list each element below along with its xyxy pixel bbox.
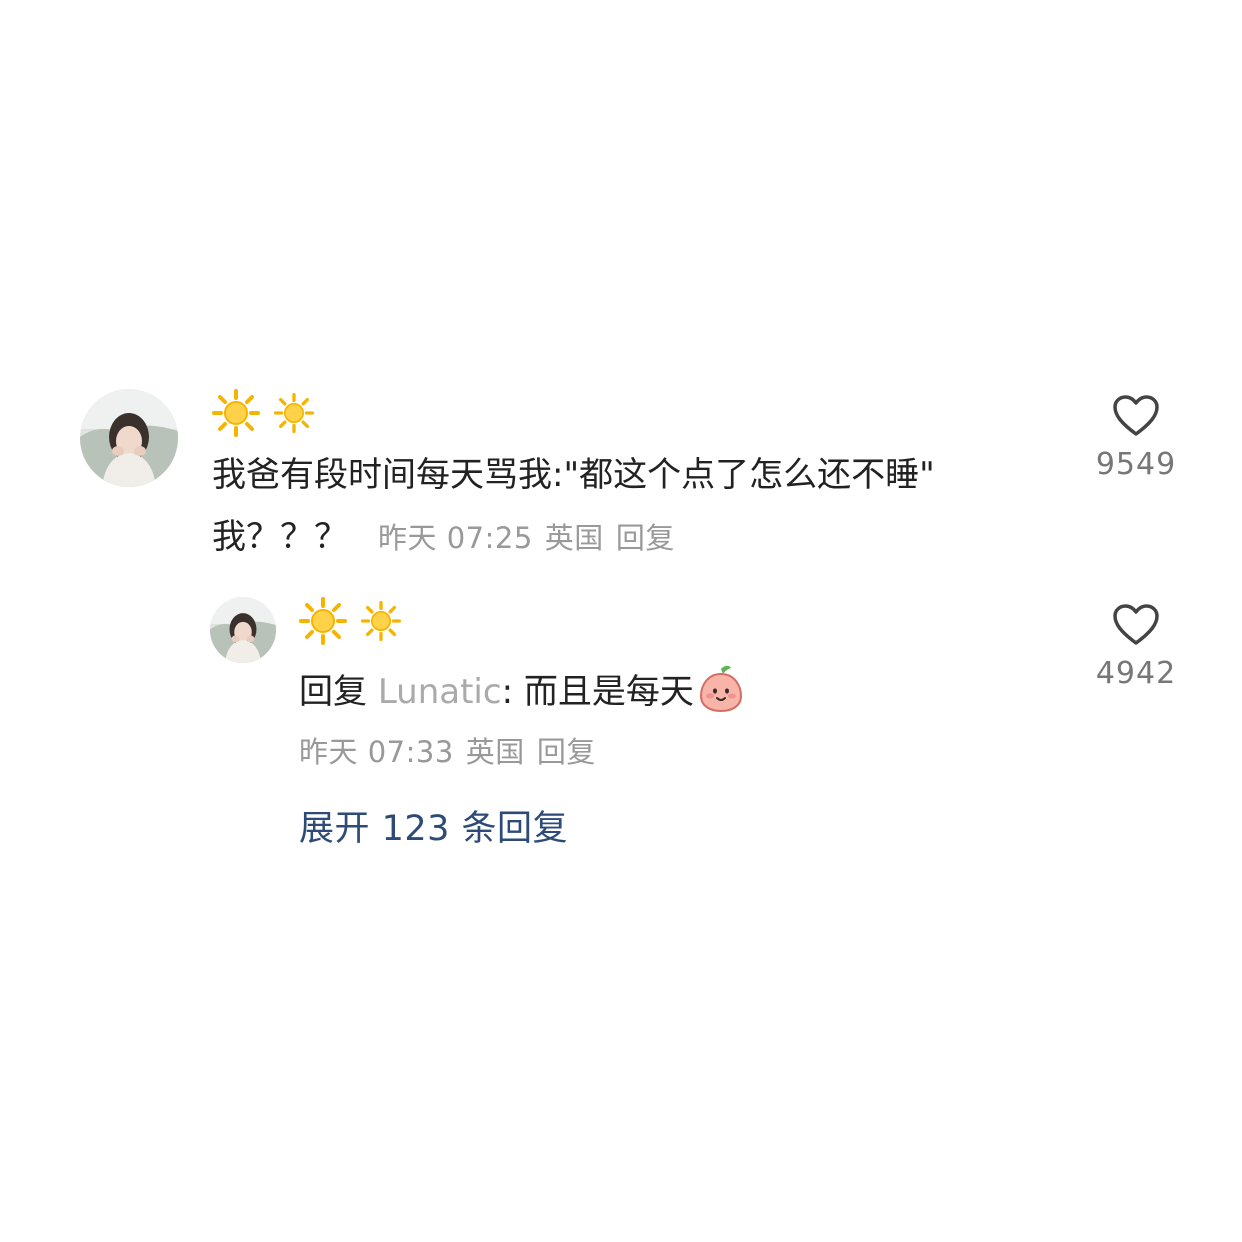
reply-like-button[interactable]: 4942 xyxy=(1076,604,1196,691)
reply-separator: : xyxy=(501,672,524,712)
comment-meta: 昨天 07:25 英国 回复 xyxy=(378,521,675,555)
reply-location: 英国 xyxy=(465,735,525,769)
reply-avatar[interactable] xyxy=(210,597,276,663)
sun-icon xyxy=(212,389,260,437)
peach-face-emoji xyxy=(699,665,742,713)
heart-icon xyxy=(1113,604,1159,645)
comment-text-line2-row: 我？？？ 昨天 07:25 英国 回复 xyxy=(212,520,675,554)
comment-text-line2[interactable]: 我？？？ xyxy=(212,517,348,557)
reply-username-badges xyxy=(299,597,401,645)
reply-text[interactable]: 回复 Lunatic: 而且是每天 xyxy=(299,665,744,713)
like-button[interactable]: 9549 xyxy=(1076,395,1196,482)
reply-like-count: 4942 xyxy=(1095,656,1177,691)
reply-target-username[interactable]: Lunatic xyxy=(378,672,502,712)
reply-time: 昨天 07:33 xyxy=(299,735,454,769)
reply-prefix: 回复 xyxy=(299,672,367,712)
like-count: 9549 xyxy=(1095,447,1177,482)
reply-reply-button[interactable]: 回复 xyxy=(537,735,596,769)
comment-location: 英国 xyxy=(544,521,604,555)
reply-button[interactable]: 回复 xyxy=(616,521,675,555)
reply-meta: 昨天 07:33 英国 回复 xyxy=(299,729,608,771)
heart-icon xyxy=(1113,395,1159,436)
sun-icon xyxy=(299,597,347,645)
expand-replies-button[interactable]: 展开 123 条回复 xyxy=(299,800,568,851)
username-badges xyxy=(212,389,314,437)
sun-icon xyxy=(274,393,314,433)
sun-icon xyxy=(361,601,401,641)
comment-text-line1[interactable]: 我爸有段时间每天骂我:"都这个点了怎么还不睡" xyxy=(212,458,935,492)
comment-time: 昨天 07:25 xyxy=(378,521,533,555)
reply-content: 而且是每天 xyxy=(523,672,694,712)
avatar[interactable] xyxy=(80,389,178,487)
